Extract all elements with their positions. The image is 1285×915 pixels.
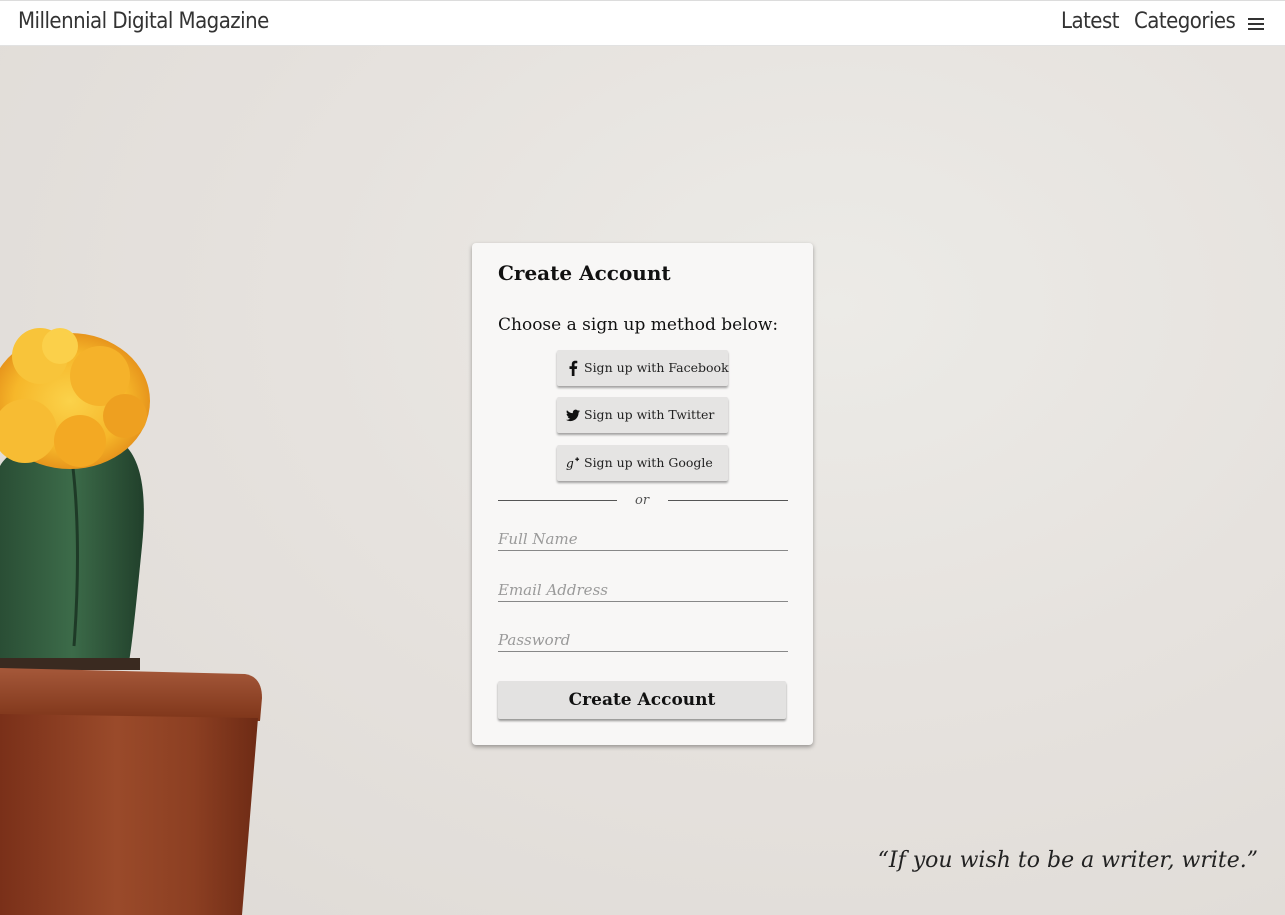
facebook-icon [566,360,580,376]
google-plus-icon: g [566,455,580,471]
top-navigation-bar: Millennial Digital Magazine Latest Categ… [0,0,1285,46]
twitter-icon [566,407,580,423]
twitter-signup-button[interactable]: Sign up with Twitter [557,397,728,433]
email-field[interactable] [498,578,788,602]
site-brand-title[interactable]: Millennial Digital Magazine [18,9,269,34]
facebook-signup-label: Sign up with Facebook [584,360,729,375]
card-title: Create Account [498,261,671,285]
create-account-card: Create Account Choose a sign up method b… [472,243,813,745]
full-name-field[interactable] [498,527,788,551]
nav-categories-link[interactable]: Categories [1134,9,1236,34]
divider-line-left [498,500,617,501]
facebook-signup-button[interactable]: Sign up with Facebook [557,350,729,386]
writer-quote: “If you wish to be a writer, write.” [877,848,1258,873]
twitter-signup-label: Sign up with Twitter [584,407,715,422]
google-signup-button[interactable]: g Sign up with Google [557,445,728,481]
password-field[interactable] [498,628,788,652]
nav-latest-link[interactable]: Latest [1061,9,1119,34]
signup-method-prompt: Choose a sign up method below: [498,315,779,335]
svg-text:g: g [566,457,574,470]
google-signup-label: Sign up with Google [584,455,713,470]
divider-line-right [668,500,788,501]
create-account-button[interactable]: Create Account [498,681,786,719]
hamburger-menu-icon[interactable] [1248,18,1265,31]
divider-or-text: or [635,493,650,508]
